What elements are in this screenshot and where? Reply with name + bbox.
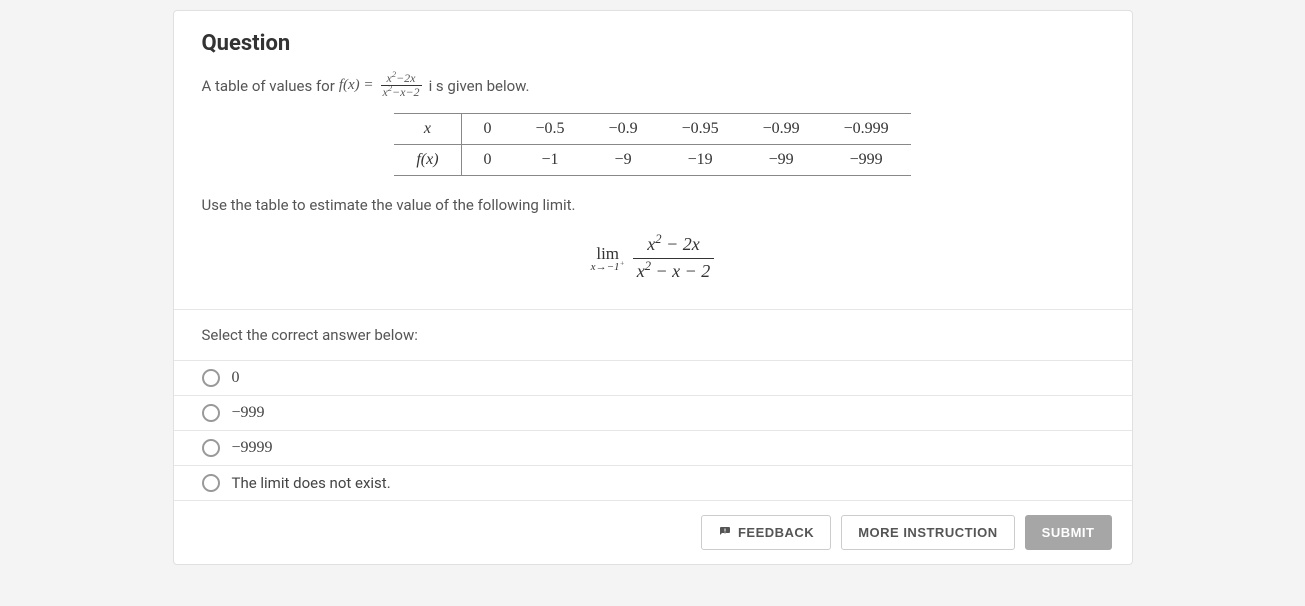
limit-fraction: x2 − 2x x2 − x − 2 bbox=[633, 232, 715, 284]
table-row: f(x) 0 −1 −9 −19 −99 −999 bbox=[394, 145, 910, 176]
limit-expression: lim x→−1+ x2 − 2x x2 − x − 2 bbox=[202, 232, 1104, 284]
lim-symbol: lim x→−1+ bbox=[591, 244, 625, 273]
table-cell: −0.95 bbox=[660, 114, 741, 145]
submit-label: SUBMIT bbox=[1042, 525, 1095, 540]
radio-icon bbox=[202, 474, 220, 492]
question-body: Question A table of values for f(x) = x2… bbox=[174, 11, 1132, 285]
footer-actions: FEEDBACK MORE INSTRUCTION SUBMIT bbox=[174, 501, 1132, 564]
table-cell: −0.99 bbox=[741, 114, 822, 145]
options-list: 0 −999 −9999 The limit does not exist. bbox=[174, 360, 1132, 501]
table-cell: 0 bbox=[461, 145, 514, 176]
more-instruction-button[interactable]: MORE INSTRUCTION bbox=[841, 515, 1014, 550]
instruction-text: Use the table to estimate the value of t… bbox=[202, 196, 1104, 214]
option-label: 0 bbox=[232, 369, 240, 387]
option-label: The limit does not exist. bbox=[232, 474, 391, 492]
table-row: x 0 −0.5 −0.9 −0.95 −0.99 −0.999 bbox=[394, 114, 910, 145]
feedback-icon bbox=[718, 526, 732, 538]
option-3[interactable]: The limit does not exist. bbox=[174, 466, 1132, 501]
option-1[interactable]: −999 bbox=[174, 396, 1132, 431]
prompt-prefix: A table of values for bbox=[202, 77, 335, 95]
option-0[interactable]: 0 bbox=[174, 361, 1132, 396]
table-cell: −99 bbox=[741, 145, 822, 176]
radio-icon bbox=[202, 369, 220, 387]
table-cell: 0 bbox=[461, 114, 514, 145]
frac-den: x2−x−2 bbox=[381, 86, 422, 99]
row-label-x: x bbox=[394, 114, 461, 145]
submit-button[interactable]: SUBMIT bbox=[1025, 515, 1112, 550]
table-cell: −19 bbox=[660, 145, 741, 176]
row-label-fx: f(x) bbox=[394, 145, 461, 176]
radio-icon bbox=[202, 404, 220, 422]
prompt-suffix: i s given below. bbox=[429, 77, 530, 95]
table-cell: −9 bbox=[587, 145, 660, 176]
inline-fraction: x2−2x x2−x−2 bbox=[381, 72, 422, 99]
func-lhs: f(x) = bbox=[339, 77, 374, 94]
option-label: −999 bbox=[232, 404, 265, 422]
question-heading: Question bbox=[202, 31, 1104, 56]
feedback-label: FEEDBACK bbox=[738, 525, 814, 540]
radio-icon bbox=[202, 439, 220, 457]
feedback-button[interactable]: FEEDBACK bbox=[701, 515, 831, 550]
question-card: Question A table of values for f(x) = x2… bbox=[173, 10, 1133, 565]
lim-approach: x→−1+ bbox=[591, 262, 625, 273]
option-label: −9999 bbox=[232, 439, 273, 457]
more-label: MORE INSTRUCTION bbox=[858, 525, 997, 540]
table-cell: −999 bbox=[822, 145, 911, 176]
question-prompt: A table of values for f(x) = x2−2x x2−x−… bbox=[202, 72, 1104, 99]
table-cell: −0.9 bbox=[587, 114, 660, 145]
select-prompt: Select the correct answer below: bbox=[174, 309, 1132, 360]
option-2[interactable]: −9999 bbox=[174, 431, 1132, 466]
table-cell: −0.5 bbox=[514, 114, 587, 145]
table-cell: −0.999 bbox=[822, 114, 911, 145]
limit-den: x2 − x − 2 bbox=[633, 259, 715, 285]
value-table: x 0 −0.5 −0.9 −0.95 −0.99 −0.999 f(x) 0 … bbox=[394, 113, 910, 176]
limit-num: x2 − 2x bbox=[633, 232, 715, 259]
table-cell: −1 bbox=[514, 145, 587, 176]
